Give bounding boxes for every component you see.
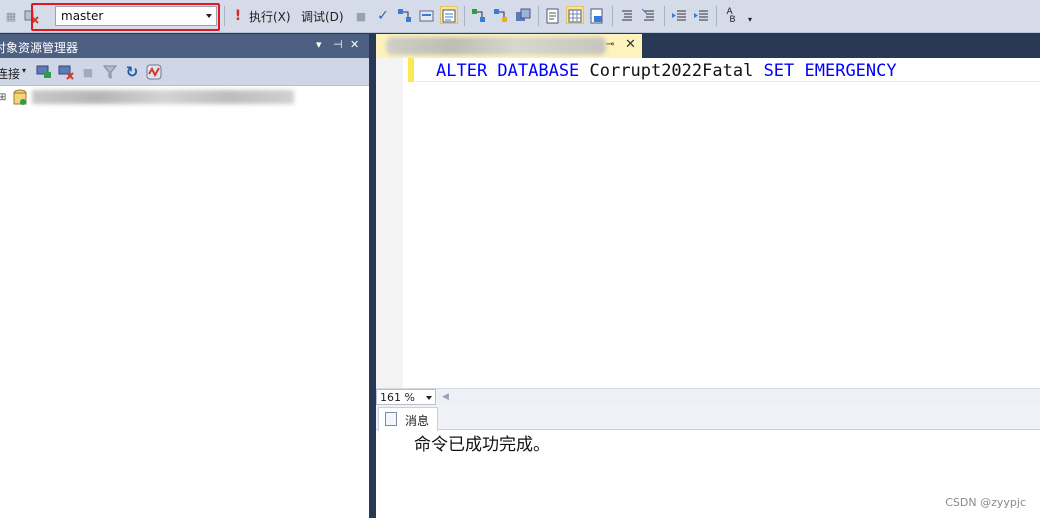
query-options-icon[interactable] [418, 7, 436, 25]
zoom-select[interactable]: 161 % [376, 389, 436, 405]
decrease-indent-icon[interactable] [670, 7, 688, 25]
chevron-down-icon [426, 396, 432, 400]
panel-menu-icon[interactable]: ▾ [316, 38, 322, 51]
live-stats-icon[interactable] [492, 7, 510, 25]
server-node-redacted[interactable] [32, 90, 294, 104]
execute-icon[interactable]: ! [229, 7, 247, 25]
server-icon [12, 89, 28, 110]
panel-splitter[interactable] [369, 34, 376, 518]
toolbar-separator [538, 6, 539, 26]
toolbar-separator [612, 6, 613, 26]
sql-line[interactable]: ALTER DATABASE Corrupt2022Fatal SET EMER… [436, 61, 897, 81]
watermark: CSDN @zyypjc [945, 496, 1026, 509]
activity-monitor-icon[interactable] [145, 63, 163, 81]
database-select[interactable]: master [55, 6, 217, 26]
toolbar-overflow-icon[interactable]: ▾ [741, 10, 759, 28]
close-icon[interactable]: ✕ [350, 38, 359, 51]
tab-title-redacted [386, 37, 606, 55]
refresh-icon[interactable]: ↻ [123, 63, 141, 81]
toolbar-separator [716, 6, 717, 26]
filter-icon[interactable] [101, 63, 119, 81]
parse-check-icon[interactable]: ✓ [374, 7, 392, 25]
results-to-file-icon[interactable] [588, 7, 606, 25]
include-plan-icon[interactable] [470, 7, 488, 25]
sql-identifier: Corrupt2022Fatal [589, 61, 754, 81]
uncomment-icon[interactable] [640, 7, 658, 25]
query-editor[interactable]: ALTER DATABASE Corrupt2022Fatal SET EMER… [376, 58, 1040, 388]
object-explorer-toolbar: 连接 ▾ ■ ↻ [0, 58, 369, 86]
pin-icon[interactable]: ⊸ [606, 39, 614, 50]
increase-indent-icon[interactable] [692, 7, 710, 25]
result-message: 命令已成功完成。 [414, 435, 550, 455]
object-explorer-title: 对象资源管理器 [0, 41, 79, 55]
object-explorer-tree: ⊞ [0, 86, 369, 518]
results-tab-strip: 消息 [376, 405, 1040, 431]
tab-messages-label: 消息 [405, 414, 430, 428]
expand-icon[interactable]: ⊞ [0, 92, 6, 103]
toolbar-separator [224, 6, 225, 26]
client-stats-icon[interactable] [514, 7, 532, 25]
toolbar-separator [464, 6, 465, 26]
results-pane: 消息 命令已成功完成。 CSDN @zyypjc [376, 405, 1040, 518]
editor-gutter [376, 58, 403, 388]
specify-template-values-icon[interactable]: A B [722, 7, 740, 25]
stop-icon[interactable]: ■ [79, 63, 97, 81]
tab-query[interactable]: ⊸ ✕ [376, 34, 642, 58]
close-tab-icon[interactable]: ✕ [625, 37, 636, 52]
pin-icon[interactable]: ⊣ [333, 38, 343, 51]
connect-button[interactable]: 连接 [0, 65, 20, 82]
debug-button[interactable]: 调试(D) [301, 8, 344, 25]
editor-status-bar: 161 % ◀ [376, 388, 1040, 405]
toolbar-separator [664, 6, 665, 26]
query-toolbar: ▦ master ! 执行(X) 调试(D) ■ ✓ A B ▾ [0, 0, 1040, 33]
comment-icon[interactable] [618, 7, 636, 25]
sql-keyword: ALTER DATABASE [436, 61, 580, 81]
database-select-value: master [61, 9, 104, 23]
connect-dropdown-icon[interactable]: ▾ [22, 66, 26, 75]
messages-icon [385, 412, 397, 426]
chevron-down-icon [206, 14, 212, 18]
zoom-value: 161 % [380, 391, 415, 404]
connect-server-icon[interactable] [35, 63, 53, 81]
scroll-left-icon[interactable]: ◀ [442, 392, 449, 402]
results-icon[interactable]: ▦ [2, 7, 20, 25]
display-plan-icon[interactable] [396, 7, 414, 25]
disconnect-server-icon[interactable] [57, 63, 75, 81]
sql-keyword: SET EMERGENCY [763, 61, 897, 81]
stop-icon[interactable]: ■ [352, 7, 370, 25]
results-to-text-icon[interactable] [544, 7, 562, 25]
execute-button[interactable]: 执行(X) [249, 8, 291, 25]
change-marker [408, 58, 414, 82]
results-to-grid-icon [566, 7, 584, 25]
tab-messages[interactable]: 消息 [378, 407, 438, 431]
intellisense-icon [440, 7, 458, 25]
object-explorer-header: 对象资源管理器 ▾ ⊣ ✕ [0, 34, 369, 58]
